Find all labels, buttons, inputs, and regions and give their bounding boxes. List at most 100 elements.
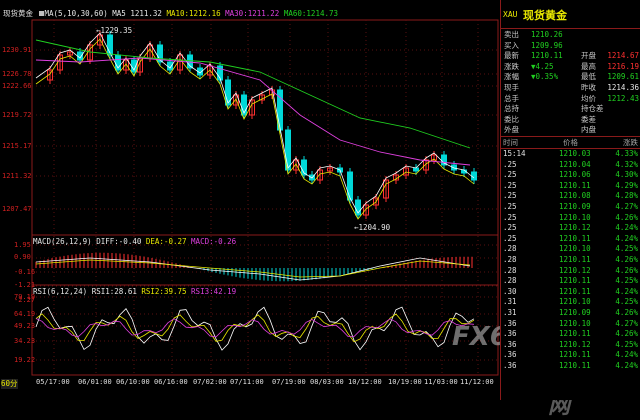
- quote-label: 卖出: [504, 30, 519, 39]
- ma-toggle-icon[interactable]: [38, 11, 44, 16]
- macd-y-tick: -1.21: [14, 281, 36, 289]
- instrument-name: 现货黄金: [523, 9, 567, 22]
- tick-row[interactable]: .31 1210.09 4.26%: [501, 308, 640, 319]
- tick-row[interactable]: .36 1210.10 4.27%: [501, 319, 640, 330]
- tick-row[interactable]: .25 1210.10 4.26%: [501, 213, 640, 224]
- quote-row: 涨幅 ▼0.35% 最低 1209.61: [501, 71, 640, 82]
- rsi1-value: 28.61: [114, 287, 137, 296]
- tick-row[interactable]: .25 1210.06 4.30%: [501, 170, 640, 181]
- quote-value: ▼0.35%: [531, 72, 559, 82]
- tick-row[interactable]: .30 1210.11 4.24%: [501, 287, 640, 298]
- macd-y-tick: 0.90: [14, 253, 31, 261]
- tick-row[interactable]: .28 1210.10 4.25%: [501, 244, 640, 255]
- tick-row[interactable]: .28 1210.11 4.25%: [501, 276, 640, 287]
- macd-label: MACD:: [191, 237, 214, 246]
- tick-price: 1210.11: [559, 329, 591, 339]
- tick-row[interactable]: .25 1210.09 4.27%: [501, 202, 640, 213]
- high-annotation: ←1229.35: [96, 26, 133, 35]
- tick-price: 1210.11: [559, 286, 591, 296]
- quote-label: 外盘: [504, 125, 519, 135]
- tick-row[interactable]: .25 1210.11 4.24%: [501, 234, 640, 245]
- candle-body: [107, 34, 113, 56]
- tick-change: 4.27%: [615, 318, 638, 328]
- quote-row: 涨跌 ▼4.25 最高 1216.19: [501, 61, 640, 72]
- tick-change: 4.25%: [615, 297, 638, 307]
- rsi3-label: RSI3:: [191, 287, 214, 296]
- rsi-header: RSI(6,12,24) RSI1:28.61 RSI2:39.75 RSI3:…: [33, 287, 236, 297]
- tick-time: .36: [503, 339, 517, 349]
- tick-price: 1210.11: [559, 350, 591, 360]
- tick-row[interactable]: .36 1210.11 4.26%: [501, 329, 640, 340]
- chart-area[interactable]: 现货黄金 MA(5,10,30,60) MA5 1211.32 MA10:121…: [0, 0, 570, 419]
- main-y-tick: 1226.78: [2, 70, 32, 78]
- period-selector[interactable]: 60分: [1, 379, 18, 389]
- quote-label-2: 最低: [581, 72, 596, 82]
- tick-row[interactable]: .36 1210.12 4.25%: [501, 340, 640, 351]
- quote-row: 买入 1209.96: [501, 40, 640, 51]
- tick-price: 1210.08: [559, 191, 591, 201]
- quote-row: 总手 均价 1212.43: [501, 93, 640, 104]
- rsi-y-tick: 49.23: [14, 322, 36, 330]
- tick-row[interactable]: .36 1210.11 4.24%: [501, 361, 640, 372]
- quote-label-2: 均价: [581, 93, 596, 103]
- dea-line: [35, 259, 471, 278]
- tick-row[interactable]: .28 1210.11 4.26%: [501, 255, 640, 266]
- tick-price: 1210.10: [559, 318, 591, 328]
- tick-header: 时间 价格 涨跌: [501, 136, 640, 149]
- quote-label: 现手: [504, 83, 519, 92]
- tick-price: 1210.10: [559, 297, 591, 307]
- diff-line: [35, 257, 471, 281]
- tick-row[interactable]: .31 1210.10 4.25%: [501, 297, 640, 308]
- ma5-value: 1211.32: [130, 9, 162, 18]
- ma60-line: [35, 39, 471, 149]
- quote-label-2: 内盘: [581, 125, 596, 135]
- tick-price: 1210.12: [559, 223, 591, 233]
- x-tick: 08/03:00: [310, 378, 344, 386]
- tick-change: 4.30%: [615, 170, 638, 180]
- tick-row[interactable]: .28 1210.12 4.26%: [501, 266, 640, 277]
- quote-label: 总持: [504, 104, 519, 114]
- quote-label: 总手: [504, 93, 519, 103]
- tick-time: .31: [503, 297, 517, 307]
- x-tick: 10/19:00: [388, 378, 422, 386]
- macd-y-tick: -0.16: [14, 268, 36, 276]
- tick-time: .25: [503, 233, 517, 243]
- rsi-y-tick: 79.19: [14, 293, 36, 301]
- quote-row: 委比 委差: [501, 114, 640, 125]
- rsi2-value: 39.75: [163, 287, 187, 296]
- tick-time: .25: [503, 202, 517, 211]
- tick-price: 1210.11: [559, 361, 591, 370]
- tick-row[interactable]: .25 1210.11 4.29%: [501, 181, 640, 192]
- quote-value-2: 1214.67: [607, 51, 639, 61]
- tick-time: .36: [503, 329, 517, 339]
- tick-row[interactable]: .36 1210.11 4.24%: [501, 350, 640, 361]
- tick-row[interactable]: 15:14 1210.03 4.33%: [501, 149, 640, 160]
- tick-price: 1210.11: [559, 233, 591, 243]
- quote-value-2: 1212.43: [607, 93, 639, 103]
- dea-value: -0.27: [163, 237, 187, 246]
- tick-change: 4.26%: [615, 329, 638, 339]
- diff-label: DIFF:: [96, 237, 119, 246]
- quote-row: 现手 昨收 1214.36: [501, 82, 640, 93]
- quote-label-2: 昨收: [581, 83, 596, 92]
- ma30-value: 1211.22: [247, 9, 280, 18]
- quote-value-2: 1209.61: [607, 72, 639, 82]
- ma10-line: [35, 38, 475, 220]
- rsi1-label: RSI1:: [91, 287, 115, 296]
- ma60-label: MA60:: [283, 9, 307, 18]
- tick-change: 4.33%: [615, 149, 638, 158]
- quote-label: 涨幅: [504, 72, 519, 82]
- tick-row[interactable]: .25 1210.04 4.32%: [501, 160, 640, 171]
- tick-row[interactable]: .25 1210.08 4.28%: [501, 191, 640, 202]
- rsi-y-tick: 19.22: [14, 356, 36, 364]
- tick-price: 1210.06: [559, 170, 591, 180]
- main-y-tick: 1230.91: [2, 46, 32, 54]
- tick-row[interactable]: .25 1210.12 4.24%: [501, 223, 640, 234]
- main-panel-frame: [31, 19, 499, 236]
- x-tick: 06/01:00: [78, 378, 112, 386]
- tick-change: 4.26%: [615, 308, 638, 317]
- tick-change: 4.32%: [615, 159, 638, 169]
- diff-value: -0.40: [118, 237, 142, 246]
- tick-change: 4.24%: [615, 223, 638, 233]
- kline-chart[interactable]: [0, 0, 500, 400]
